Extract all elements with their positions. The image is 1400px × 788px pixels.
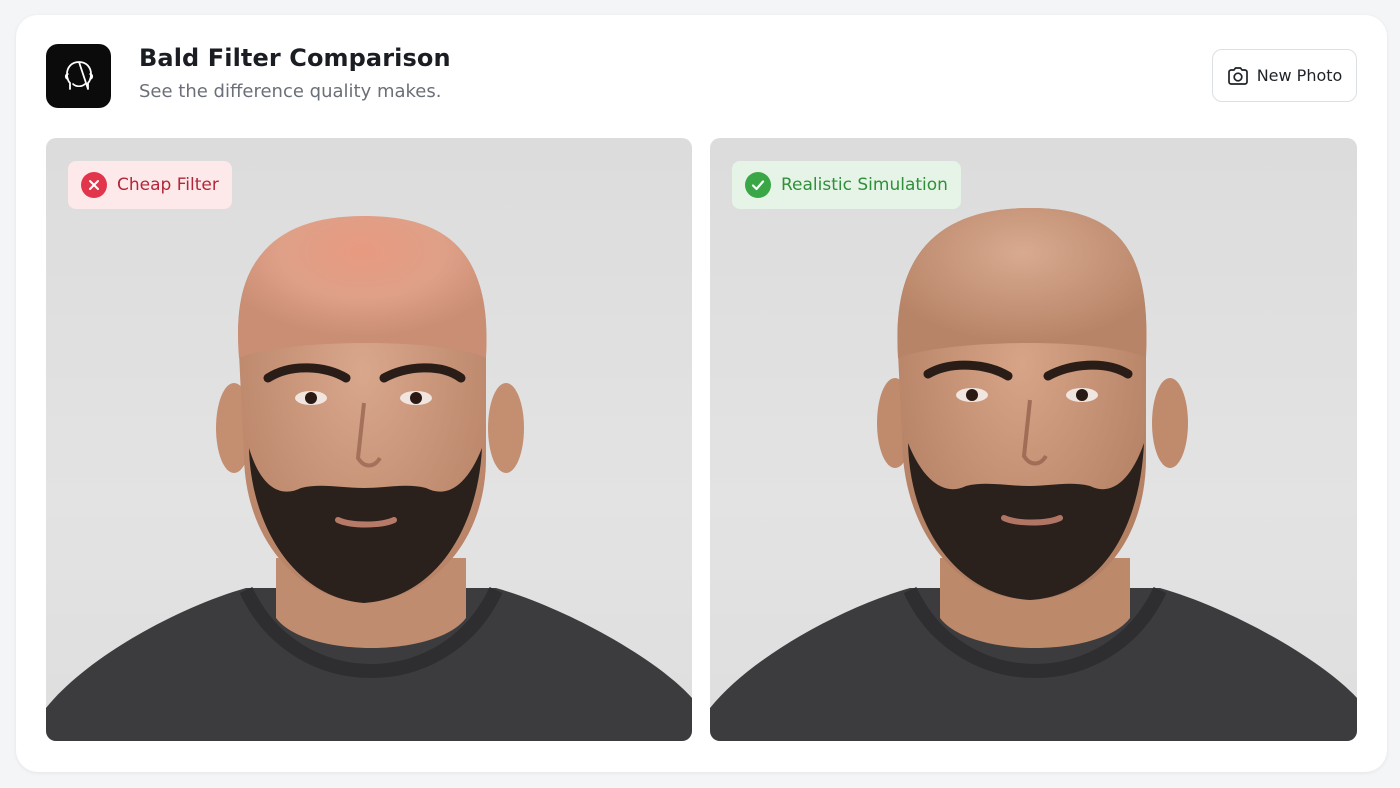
- bald-head-icon: [64, 61, 93, 90]
- new-photo-button[interactable]: New Photo: [1212, 49, 1357, 102]
- page-title: Bald Filter Comparison: [139, 44, 451, 72]
- check-circle-icon: [745, 172, 771, 198]
- cheap-filter-portrait: [46, 216, 692, 741]
- cheap-filter-panel: Cheap Filter: [46, 138, 692, 741]
- app-logo: [46, 44, 111, 108]
- page-subtitle: See the difference quality makes.: [139, 81, 442, 102]
- new-photo-label: New Photo: [1256, 66, 1343, 85]
- realistic-simulation-label: Realistic Simulation: [781, 175, 948, 195]
- realistic-simulation-panel: Realistic Simulation: [710, 138, 1357, 741]
- cheap-filter-label: Cheap Filter: [117, 175, 219, 195]
- realistic-simulation-badge: Realistic Simulation: [732, 161, 961, 209]
- realistic-simulation-portrait: [710, 208, 1357, 741]
- camera-icon: [1227, 66, 1248, 85]
- x-circle-icon: [81, 172, 107, 198]
- cheap-filter-badge: Cheap Filter: [68, 161, 232, 209]
